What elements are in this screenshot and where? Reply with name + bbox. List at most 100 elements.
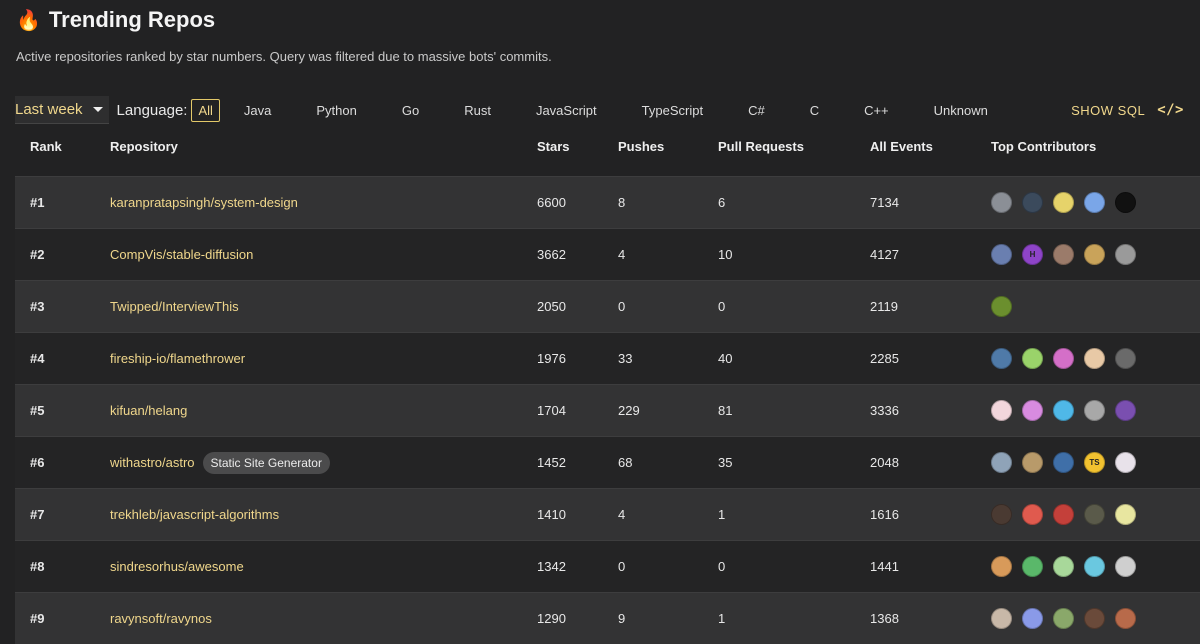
contributor-avatar[interactable]: [1053, 608, 1074, 629]
table-row: #9 ravynsoft/ravynos 1290 9 1 1368: [15, 592, 1200, 644]
contributor-avatar[interactable]: [1084, 504, 1105, 525]
pushes-cell: 8: [618, 195, 626, 210]
contributor-avatar[interactable]: [991, 504, 1012, 525]
contributor-avatar[interactable]: [1084, 556, 1105, 577]
contributors-list: [991, 608, 1136, 629]
contributor-avatar[interactable]: TS: [1084, 452, 1105, 473]
contributors-list: [991, 296, 1012, 317]
repository-link[interactable]: fireship-io/flamethrower: [110, 351, 245, 366]
pull-requests-cell: 10: [718, 247, 733, 262]
language-filter: All Java Python Go Rust JavaScript TypeScript C…: [191, 98, 1025, 122]
contributor-avatar[interactable]: [1022, 452, 1043, 473]
language-option[interactable]: Rust: [457, 99, 498, 122]
rank-cell: #4: [30, 351, 45, 366]
contributor-avatar[interactable]: [1022, 504, 1043, 525]
contributor-avatar[interactable]: [1053, 244, 1074, 265]
contributor-avatar[interactable]: [1084, 400, 1105, 421]
contributor-avatar[interactable]: [1053, 348, 1074, 369]
page-title: 🔥 Trending Repos: [16, 5, 215, 35]
repository-link[interactable]: trekhleb/javascript-algorithms: [110, 507, 279, 522]
table-row: #7 trekhleb/javascript-algorithms 1410 4 1 16…: [15, 488, 1200, 540]
page-subtitle: Active repositories ranked by star numbe…: [16, 49, 552, 64]
contributor-avatar[interactable]: [1022, 348, 1043, 369]
contributors-list: [991, 504, 1136, 525]
contributor-avatar[interactable]: [1022, 400, 1043, 421]
rank-cell: #1: [30, 195, 45, 210]
language-option[interactable]: All: [191, 98, 220, 122]
contributor-avatar[interactable]: [1022, 556, 1043, 577]
contributors-list: [991, 556, 1136, 577]
language-option[interactable]: Unknown: [927, 99, 995, 122]
repository-cell: trekhleb/javascript-algorithms: [110, 489, 279, 540]
pull-requests-cell: 0: [718, 299, 726, 314]
language-option[interactable]: Python: [309, 99, 363, 122]
caret-down-icon: [92, 107, 103, 112]
repository-cell: withastro/astro Static Site Generator: [110, 437, 330, 488]
repository-cell: karanpratapsingh/system-design: [110, 177, 298, 228]
contributor-avatar[interactable]: [1053, 192, 1074, 213]
period-dropdown[interactable]: Last week: [15, 96, 109, 124]
contributor-avatar[interactable]: [991, 192, 1012, 213]
contributor-avatar[interactable]: [1022, 192, 1043, 213]
contributor-avatar[interactable]: [1115, 452, 1136, 473]
top-contributors-cell: H: [991, 229, 1136, 280]
contributor-avatar[interactable]: H: [1022, 244, 1043, 265]
pushes-cell: 0: [618, 299, 626, 314]
contributor-avatar[interactable]: [1053, 452, 1074, 473]
repository-link[interactable]: CompVis/stable-diffusion: [110, 247, 253, 262]
contributor-avatar[interactable]: [1115, 608, 1136, 629]
contributor-avatar[interactable]: [1115, 400, 1136, 421]
contributor-avatar[interactable]: [991, 296, 1012, 317]
contributor-avatar[interactable]: [1022, 608, 1043, 629]
stars-cell: 6600: [537, 195, 566, 210]
repository-link[interactable]: ravynsoft/ravynos: [110, 611, 212, 626]
all-events-cell: 1441: [870, 559, 899, 574]
contributor-avatar[interactable]: [1084, 608, 1105, 629]
repository-link[interactable]: karanpratapsingh/system-design: [110, 195, 298, 210]
table-header: Rank Repository Stars Pushes Pull Reques…: [15, 139, 1200, 165]
column-header-rank: Rank: [30, 139, 62, 154]
contributor-avatar[interactable]: [991, 348, 1012, 369]
contributor-avatar[interactable]: [1115, 192, 1136, 213]
pull-requests-cell: 1: [718, 507, 726, 522]
contributors-list: [991, 400, 1136, 421]
filter-toolbar: Last week Language: All Java Python Go Rust J…: [15, 96, 1184, 124]
repository-link[interactable]: withastro/astro: [110, 455, 195, 470]
contributor-avatar[interactable]: [991, 244, 1012, 265]
language-option[interactable]: C: [803, 99, 826, 122]
contributor-avatar[interactable]: [991, 608, 1012, 629]
language-option[interactable]: Go: [395, 99, 426, 122]
pull-requests-cell: 1: [718, 611, 726, 626]
show-sql-button[interactable]: SHOW SQL </>: [1071, 102, 1184, 118]
contributor-avatar[interactable]: [1084, 348, 1105, 369]
repository-link[interactable]: sindresorhus/awesome: [110, 559, 244, 574]
contributor-avatar[interactable]: [991, 400, 1012, 421]
contributor-avatar[interactable]: [1115, 556, 1136, 577]
code-icon: </>: [1157, 102, 1184, 118]
language-option[interactable]: TypeScript: [635, 99, 710, 122]
contributor-avatar[interactable]: [1115, 504, 1136, 525]
repository-link[interactable]: kifuan/helang: [110, 403, 187, 418]
contributor-avatar[interactable]: [1053, 556, 1074, 577]
contributor-avatar[interactable]: [1084, 192, 1105, 213]
repository-cell: CompVis/stable-diffusion: [110, 229, 253, 280]
all-events-cell: 4127: [870, 247, 899, 262]
table-row: #3 Twipped/InterviewThis 2050 0 0 2119: [15, 280, 1200, 332]
all-events-cell: 2285: [870, 351, 899, 366]
contributor-avatar[interactable]: [1115, 244, 1136, 265]
contributor-avatar[interactable]: [1053, 400, 1074, 421]
language-option[interactable]: JavaScript: [529, 99, 604, 122]
stars-cell: 3662: [537, 247, 566, 262]
contributor-avatar[interactable]: [991, 556, 1012, 577]
contributor-avatar[interactable]: [1084, 244, 1105, 265]
language-option[interactable]: Java: [237, 99, 278, 122]
language-option[interactable]: C#: [741, 99, 772, 122]
all-events-cell: 2119: [870, 299, 898, 314]
contributor-avatar[interactable]: [1053, 504, 1074, 525]
contributor-avatar[interactable]: [1115, 348, 1136, 369]
contributor-avatar[interactable]: [991, 452, 1012, 473]
fire-icon: 🔥: [16, 9, 41, 32]
repo-tag[interactable]: Static Site Generator: [202, 451, 330, 474]
repository-link[interactable]: Twipped/InterviewThis: [110, 299, 239, 314]
language-option[interactable]: C++: [857, 99, 896, 122]
